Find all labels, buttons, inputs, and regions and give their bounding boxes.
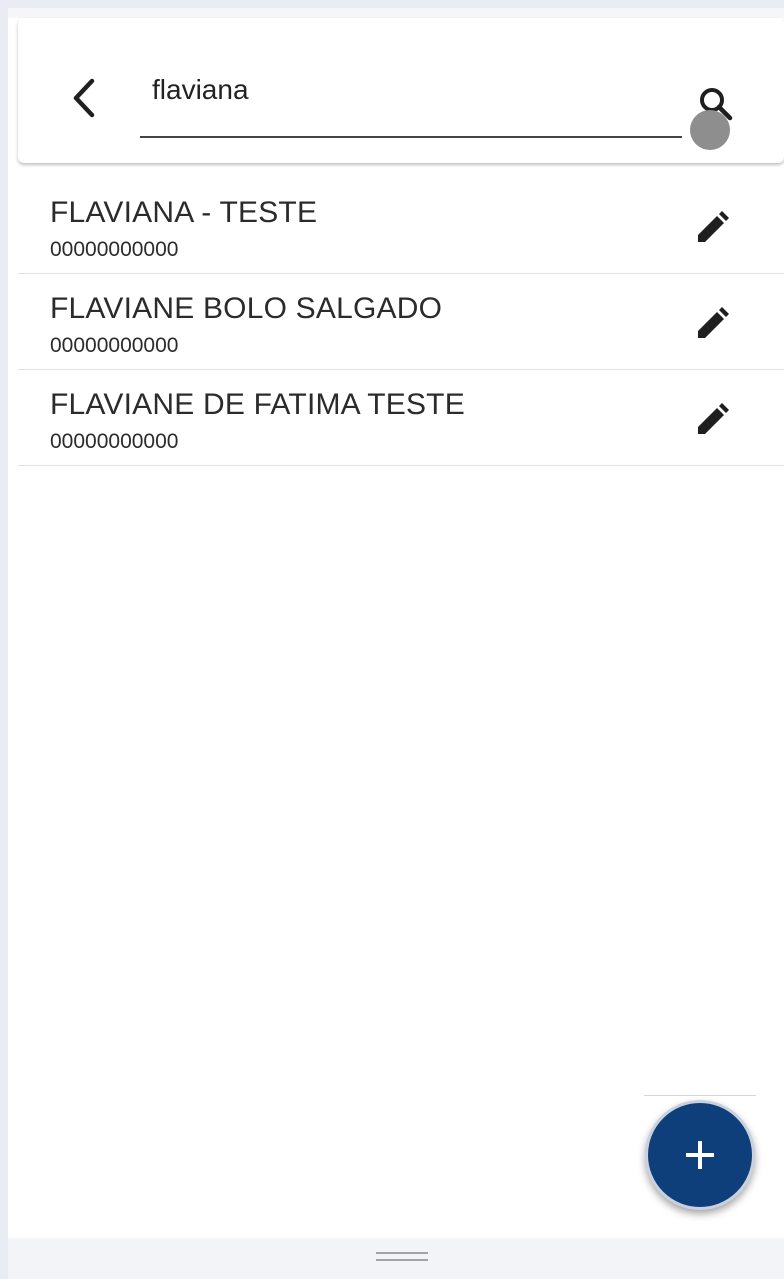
edit-button[interactable]: [690, 304, 732, 346]
search-input[interactable]: [140, 68, 682, 138]
top-strip: [8, 8, 784, 18]
add-button[interactable]: [645, 1100, 755, 1210]
plus-icon: [686, 1141, 714, 1169]
back-button[interactable]: [66, 73, 106, 123]
item-phone: 00000000000: [50, 238, 179, 261]
drag-handle[interactable]: [376, 1252, 428, 1262]
list-item[interactable]: FLAVIANA - TESTE 00000000000: [18, 178, 784, 274]
list-item[interactable]: FLAVIANE BOLO SALGADO 00000000000: [18, 274, 784, 370]
results-list: FLAVIANA - TESTE 00000000000 FLAVIANE BO…: [18, 178, 784, 466]
item-phone: 00000000000: [50, 334, 179, 357]
item-name: FLAVIANA - TESTE: [50, 196, 318, 229]
bottom-bar: [8, 1238, 784, 1279]
pencil-icon: [698, 307, 729, 338]
item-phone: 00000000000: [50, 430, 179, 453]
edit-button[interactable]: [690, 400, 732, 442]
drag-handle-line: [376, 1259, 428, 1261]
list-item[interactable]: FLAVIANE DE FATIMA TESTE 00000000000: [18, 370, 784, 466]
app-frame: FLAVIANA - TESTE 00000000000 FLAVIANE BO…: [8, 8, 784, 1279]
drag-handle-line: [376, 1252, 428, 1254]
search-bar: [18, 18, 784, 163]
pencil-icon: [698, 211, 729, 242]
item-name: FLAVIANE DE FATIMA TESTE: [50, 388, 465, 421]
touch-indicator: [690, 110, 730, 150]
pencil-icon: [698, 403, 729, 434]
chevron-left-icon: [73, 78, 95, 118]
fab-divider: [644, 1095, 756, 1096]
edit-button[interactable]: [690, 208, 732, 250]
item-name: FLAVIANE BOLO SALGADO: [50, 292, 443, 325]
